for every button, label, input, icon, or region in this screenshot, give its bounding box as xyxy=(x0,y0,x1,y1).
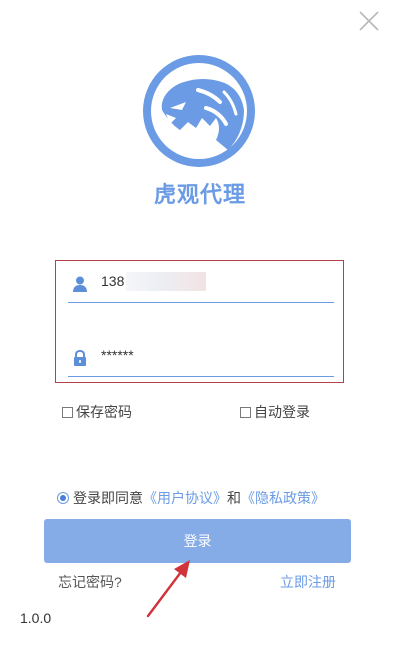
auto-login-label: 自动登录 xyxy=(254,404,310,420)
close-button[interactable] xyxy=(356,8,382,34)
save-password-checkbox[interactable]: 保存密码 xyxy=(62,402,132,422)
password-field[interactable] xyxy=(68,340,334,377)
agreement-prefix: 登录即同意 xyxy=(73,490,143,506)
credentials-highlight-box xyxy=(55,260,344,383)
login-button[interactable]: 登录 xyxy=(44,519,351,563)
checkbox-box[interactable] xyxy=(62,406,73,418)
close-icon xyxy=(359,11,379,31)
agreement-radio[interactable] xyxy=(57,492,69,504)
user-agreement-link[interactable]: 《用户协议》 xyxy=(143,488,227,508)
agreement-row: 登录即同意 《用户协议》 和 《隐私政策》 xyxy=(57,488,325,508)
agreement-conjunction: 和 xyxy=(227,490,241,506)
annotation-arrow-icon xyxy=(146,560,190,618)
checkbox-box[interactable] xyxy=(240,406,251,418)
password-input[interactable] xyxy=(101,347,301,363)
register-link[interactable]: 立即注册 xyxy=(280,572,336,592)
username-field[interactable] xyxy=(68,266,334,303)
redacted-mask xyxy=(126,272,206,291)
tiger-head-icon xyxy=(140,52,258,170)
save-password-label: 保存密码 xyxy=(76,404,132,420)
lock-icon xyxy=(74,349,86,366)
version-label: 1.0.0 xyxy=(20,610,52,626)
auto-login-checkbox[interactable]: 自动登录 xyxy=(240,402,310,422)
user-icon xyxy=(73,276,87,292)
radio-dot xyxy=(60,495,66,501)
app-title: 虎观代理 xyxy=(153,182,246,207)
privacy-policy-link[interactable]: 《隐私政策》 xyxy=(241,488,325,508)
forgot-password-link[interactable]: 忘记密码? xyxy=(58,572,122,592)
